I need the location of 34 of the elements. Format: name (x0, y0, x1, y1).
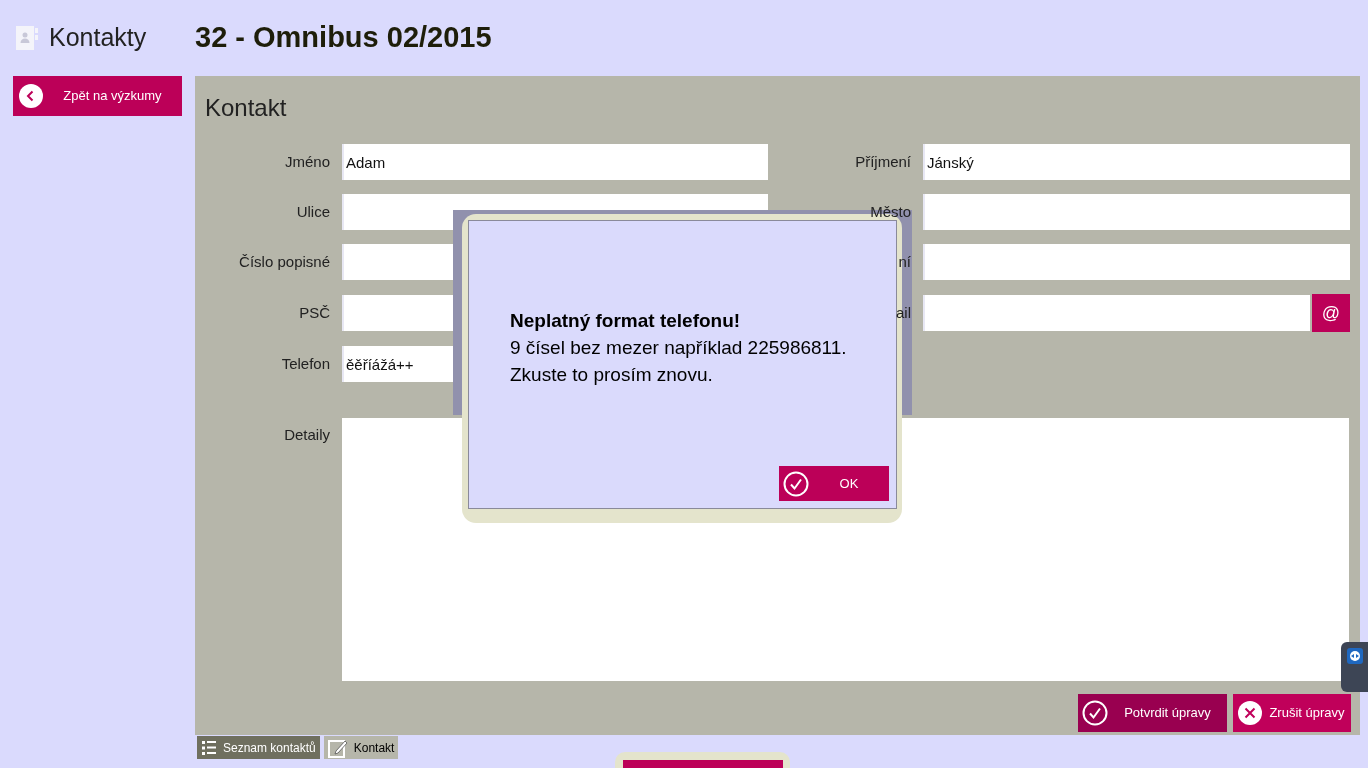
field-label: Příjmení (855, 151, 911, 172)
cancel-button[interactable]: Zrušit úpravy (1233, 694, 1351, 732)
list-icon (201, 738, 217, 757)
contacts-book-icon (15, 25, 39, 51)
field-label: Jméno (284, 151, 330, 172)
dialog-message: 9 čísel bez mezer například 225986811. (510, 336, 848, 360)
check-circle-icon (783, 470, 809, 497)
text-field[interactable]: Adam (342, 144, 768, 180)
text-field[interactable] (923, 244, 1350, 280)
text-field[interactable] (923, 194, 1350, 230)
check-circle-icon (1082, 700, 1108, 726)
tab[interactable]: Kontakt (323, 736, 399, 759)
dialog-heading: Neplatný format telefonu! (510, 309, 742, 333)
field-label: PSČ (299, 302, 330, 323)
panel-title: Kontakt (204, 93, 288, 123)
field-label: Číslo popisné (239, 251, 330, 272)
back-button[interactable]: Zpět na výzkumy (13, 76, 182, 116)
remote-app-icon (1346, 648, 1363, 664)
field-label: Ulice (296, 201, 330, 222)
field-label: Telefon (281, 353, 330, 374)
confirm-button[interactable]: Potvrdit úpravy (1078, 694, 1227, 732)
ok-button[interactable]: OK (779, 466, 889, 501)
tab[interactable]: Seznam kontaktů (197, 736, 320, 759)
field-label: Detaily (283, 425, 330, 445)
page-title: 32 - Omnibus 02/2015 (195, 20, 492, 56)
text-field[interactable]: Jánský (923, 144, 1350, 180)
close-circle-icon (1237, 700, 1263, 726)
field-label: Město (870, 201, 911, 222)
edit-icon (327, 737, 348, 758)
dialog-message: Zkuste to prosím znovu. (510, 363, 714, 387)
email-button[interactable]: @ (1312, 294, 1350, 332)
section-title: Kontakty (49, 22, 147, 54)
email-field[interactable] (923, 295, 1310, 331)
remote-tab[interactable] (1341, 642, 1368, 692)
